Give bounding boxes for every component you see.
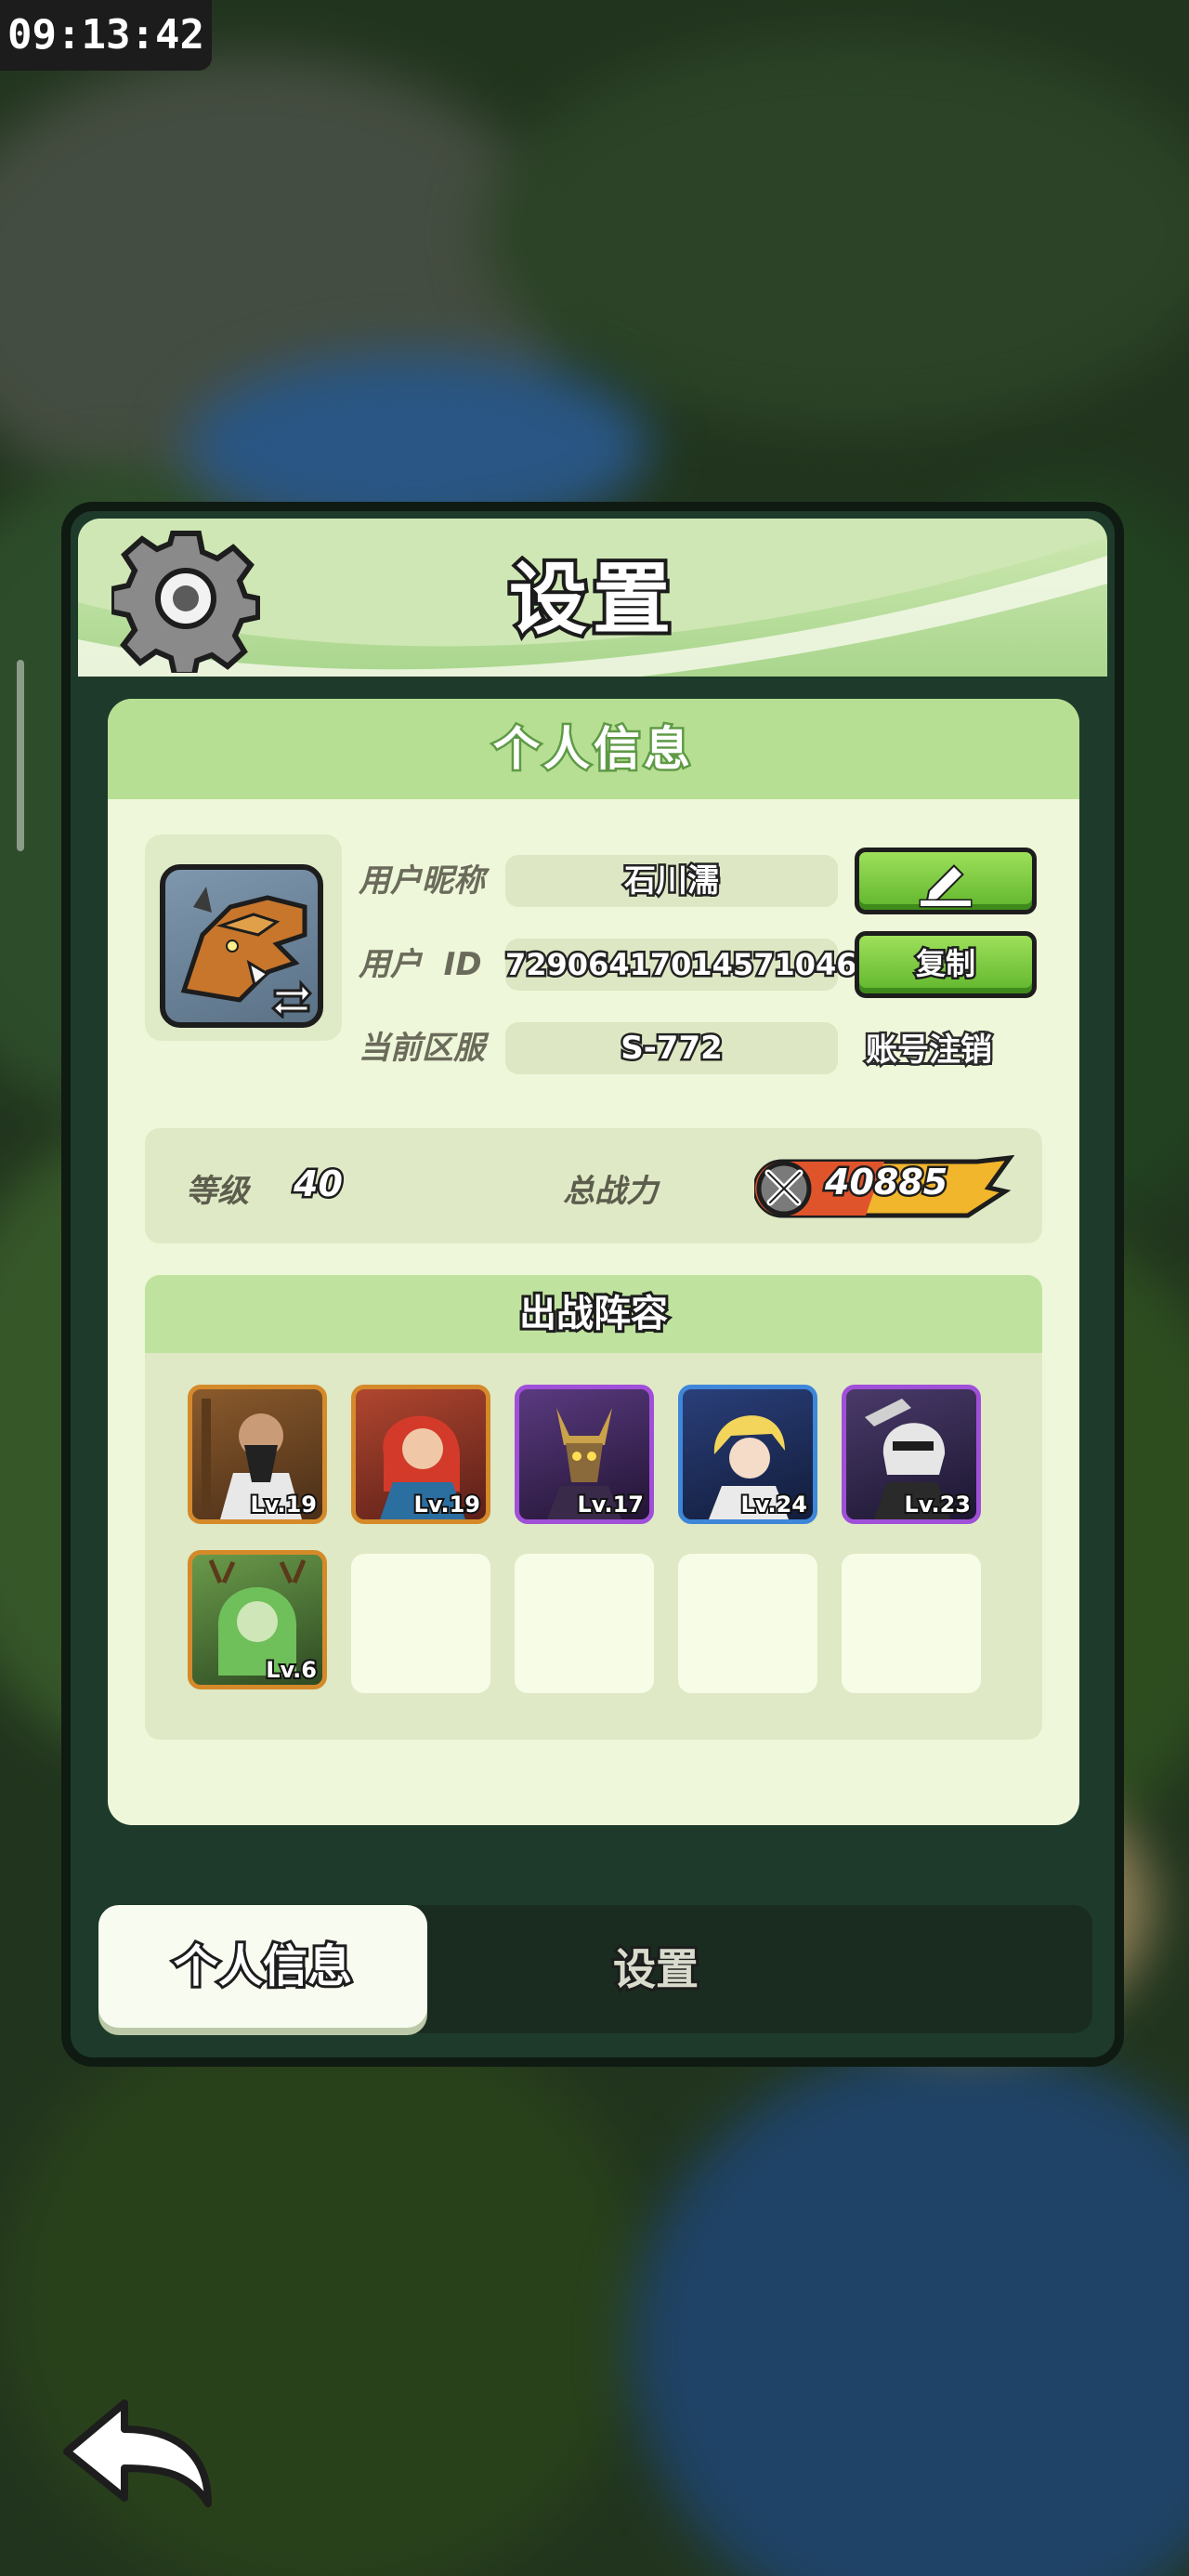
server-field: S-772: [505, 1022, 838, 1074]
hero-slot-3[interactable]: Lv.17: [515, 1385, 654, 1524]
empty-slot[interactable]: [678, 1554, 817, 1693]
hero-slot-5[interactable]: Lv.23: [842, 1385, 981, 1524]
panel-title: 设置: [505, 550, 676, 649]
hero-level: Lv.19: [249, 1490, 319, 1519]
level-value: 40: [292, 1162, 346, 1207]
nickname-label: 用户昵称: [359, 862, 485, 900]
side-scroll-indicator: [17, 660, 24, 851]
lineup-title: 出战阵容: [145, 1275, 1042, 1353]
tab-settings[interactable]: 设置: [544, 1905, 767, 2033]
user-id-label: 用户 ID: [359, 946, 482, 983]
hero-slot-4[interactable]: Lv.24: [678, 1385, 817, 1524]
nickname-field: 石川濡: [505, 855, 838, 907]
hero-slot-2[interactable]: Lv.19: [351, 1385, 490, 1524]
panel-header: 设置: [78, 519, 1107, 677]
hero-level: Lv.24: [739, 1490, 809, 1519]
empty-slot[interactable]: [351, 1554, 490, 1693]
swap-arrows-icon[interactable]: [269, 978, 314, 1019]
user-id-field: 72906417014571046: [503, 939, 859, 991]
power-badge: 40885: [754, 1154, 1014, 1219]
hero-level: Lv.19: [412, 1490, 482, 1519]
hero-level: Lv.17: [576, 1490, 646, 1519]
pencil-icon: [919, 864, 973, 908]
tab-profile[interactable]: 个人信息: [98, 1905, 427, 2028]
empty-slot[interactable]: [842, 1554, 981, 1693]
empty-slot[interactable]: [515, 1554, 654, 1693]
status-clock: 09:13:42: [0, 0, 212, 71]
avatar[interactable]: [160, 864, 323, 1028]
power-value: 40885: [822, 1160, 949, 1205]
avatar-container: [145, 835, 342, 1041]
tab-bar: 个人信息 设置: [98, 1905, 1092, 2033]
profile-card: 个人信息 用户昵称 石川濡 用户 ID 72906417014571046 复制…: [108, 699, 1079, 1825]
power-label: 总战力: [563, 1173, 658, 1210]
copy-id-button[interactable]: 复制: [855, 931, 1037, 998]
hero-level: Lv.23: [903, 1490, 973, 1519]
hero-slot-1[interactable]: Lv.19: [188, 1385, 327, 1524]
hero-level: Lv.6: [264, 1655, 319, 1685]
account-cancel-link[interactable]: 账号注销: [864, 1024, 995, 1071]
crossed-swords-icon: [764, 1169, 804, 1206]
server-label: 当前区服: [359, 1030, 485, 1067]
hero-slot-6[interactable]: Lv.6: [188, 1550, 327, 1689]
back-arrow-icon[interactable]: [59, 2394, 217, 2515]
profile-card-title: 个人信息: [108, 699, 1079, 799]
stats-bar: 等级 40 总战力 40885: [145, 1128, 1042, 1243]
lineup-section: 出战阵容 Lv.19 Lv.19 Lv.17 Lv.24 Lv.23 Lv.6: [145, 1275, 1042, 1740]
edit-nickname-button[interactable]: [855, 848, 1037, 914]
level-label: 等级: [186, 1173, 249, 1210]
